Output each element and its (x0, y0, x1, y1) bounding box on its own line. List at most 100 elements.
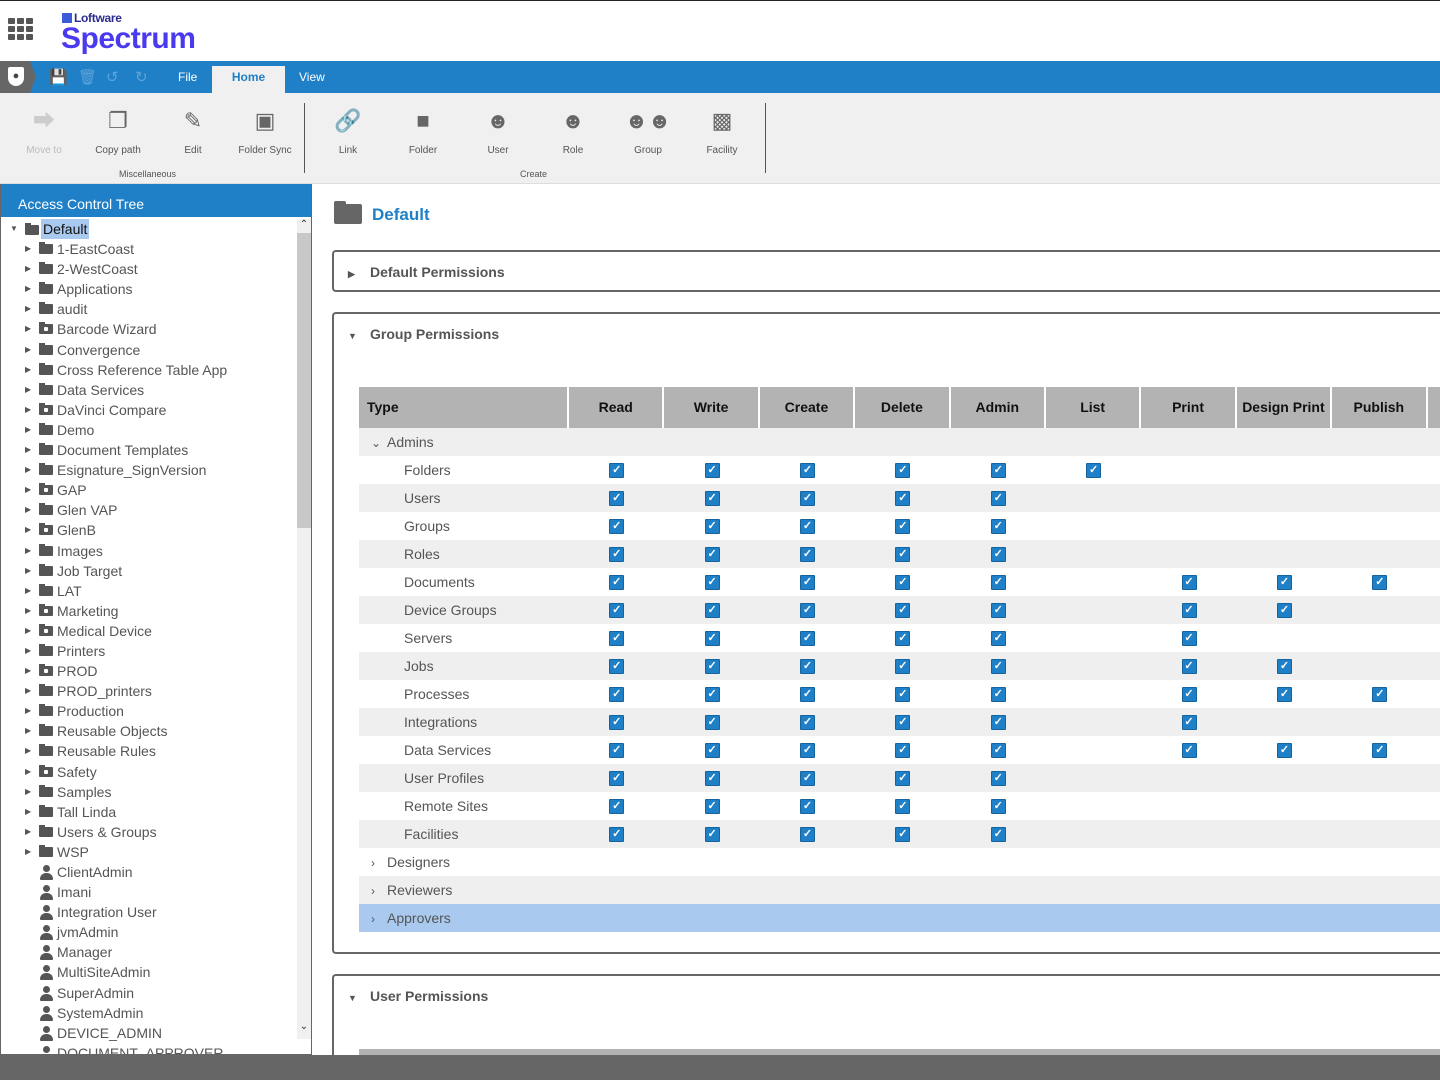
checkbox-checked[interactable]: ✓ (990, 714, 1006, 730)
checkbox-checked[interactable]: ✓ (704, 630, 720, 646)
checkbox-checked[interactable]: ✓ (990, 798, 1006, 814)
tab-file[interactable]: File (160, 66, 215, 93)
checkbox-checked[interactable]: ✓ (1181, 742, 1197, 758)
scroll-up-icon[interactable]: ⌃ (297, 219, 311, 230)
checkbox-checked[interactable]: ✓ (990, 658, 1006, 674)
checkbox-checked[interactable]: ✓ (895, 462, 911, 478)
caret-right-icon[interactable]: ▶ (25, 541, 35, 561)
caret-right-icon[interactable]: ▶ (25, 299, 35, 319)
caret-right-icon[interactable]: ▶ (25, 721, 35, 741)
caret-right-icon[interactable]: ▶ (25, 621, 35, 641)
checkbox-checked[interactable]: ✓ (799, 826, 815, 842)
checkbox-checked[interactable]: ✓ (990, 742, 1006, 758)
checkbox-checked[interactable]: ✓ (799, 462, 815, 478)
tab-view[interactable]: View (281, 66, 343, 93)
tree-node[interactable]: ▶ Users & Groups (1, 822, 297, 842)
tree-node[interactable]: ▶ Reusable Rules (1, 741, 297, 761)
tree-node[interactable]: ▶ Demo (1, 420, 297, 440)
caret-right-icon[interactable]: ▶ (25, 440, 35, 460)
group-row[interactable]: › Designers (359, 848, 1440, 876)
checkbox-checked[interactable]: ✓ (895, 742, 911, 758)
checkbox-checked[interactable]: ✓ (609, 490, 625, 506)
checkbox-checked[interactable]: ✓ (704, 490, 720, 506)
caret-right-icon[interactable]: ▶ (25, 581, 35, 601)
checkbox-checked[interactable]: ✓ (704, 518, 720, 534)
caret-right-icon[interactable]: ▶ (25, 782, 35, 802)
column-header[interactable]: Create (760, 387, 856, 428)
tree-node[interactable]: ▶ 1-EastCoast (1, 239, 297, 259)
link-button[interactable]: 🔗 Link (313, 107, 383, 156)
panel-header[interactable]: ▼ User Permissions (348, 988, 488, 1004)
caret-right-icon[interactable]: ▶ (25, 420, 35, 440)
caret-right-icon[interactable]: ▶ (25, 340, 35, 360)
checkbox-checked[interactable]: ✓ (895, 658, 911, 674)
checkbox-checked[interactable]: ✓ (1372, 574, 1388, 590)
default-permissions-panel[interactable]: ▶ Default Permissions (332, 250, 1440, 292)
tree-node[interactable]: ▶ DaVinci Compare (1, 400, 297, 420)
checkbox-checked[interactable]: ✓ (704, 602, 720, 618)
checkbox-checked[interactable]: ✓ (895, 714, 911, 730)
tree-node[interactable]: ClientAdmin (1, 862, 297, 882)
checkbox-checked[interactable]: ✓ (895, 686, 911, 702)
caret-right-icon[interactable]: ▶ (25, 842, 35, 862)
chevron-right-icon[interactable]: › (371, 912, 387, 926)
caret-right-icon[interactable]: ▶ (25, 500, 35, 520)
caret-right-icon[interactable]: ▶ (25, 239, 35, 259)
caret-right-icon[interactable]: ▶ (25, 641, 35, 661)
tree-node[interactable]: ▶ Tall Linda (1, 802, 297, 822)
column-header[interactable]: Read (569, 387, 665, 428)
tree-node[interactable]: ▶ Convergence (1, 340, 297, 360)
app-launcher-icon[interactable] (8, 18, 33, 40)
checkbox-checked[interactable]: ✓ (704, 770, 720, 786)
folder-sync-button[interactable]: ▣ Folder Sync (230, 107, 300, 156)
edit-button[interactable]: ✎ Edit (158, 107, 228, 156)
checkbox-checked[interactable]: ✓ (609, 602, 625, 618)
tree-node[interactable]: ▶ Barcode Wizard (1, 319, 297, 339)
checkbox-checked[interactable]: ✓ (704, 798, 720, 814)
tree-node[interactable]: ▶ Samples (1, 782, 297, 802)
checkbox-checked[interactable]: ✓ (609, 518, 625, 534)
tree-node[interactable]: DOCUMENT_APPROVER (1, 1043, 297, 1054)
caret-right-icon[interactable]: ▶ (25, 360, 35, 380)
column-header[interactable]: Print (1141, 387, 1237, 428)
caret-down-icon[interactable]: ▼ (10, 219, 20, 239)
checkbox-checked[interactable]: ✓ (1181, 714, 1197, 730)
tree-node[interactable]: ▶ Images (1, 541, 297, 561)
checkbox-checked[interactable]: ✓ (609, 798, 625, 814)
group-row[interactable]: ⌄ Admins (359, 428, 1440, 456)
tree-node[interactable]: ▶ Cross Reference Table App (1, 360, 297, 380)
caret-right-icon[interactable]: ▶ (25, 701, 35, 721)
checkbox-checked[interactable]: ✓ (895, 574, 911, 590)
checkbox-checked[interactable]: ✓ (1181, 658, 1197, 674)
tree-node[interactable]: ▶ Job Target (1, 561, 297, 581)
checkbox-checked[interactable]: ✓ (799, 714, 815, 730)
checkbox-checked[interactable]: ✓ (799, 798, 815, 814)
checkbox-checked[interactable]: ✓ (1276, 742, 1292, 758)
tree-node[interactable]: ▶ Marketing (1, 601, 297, 621)
checkbox-checked[interactable]: ✓ (990, 770, 1006, 786)
checkbox-checked[interactable]: ✓ (799, 546, 815, 562)
tree-node[interactable]: ▶ Medical Device (1, 621, 297, 641)
caret-right-icon[interactable]: ▶ (25, 762, 35, 782)
tab-home[interactable]: Home (212, 66, 285, 94)
caret-right-icon[interactable]: ▶ (25, 380, 35, 400)
facility-button[interactable]: ▩ Facility (687, 107, 757, 156)
tree-node[interactable]: ▶ Production (1, 701, 297, 721)
checkbox-checked[interactable]: ✓ (895, 826, 911, 842)
tree-node[interactable]: ▶ Document Templates (1, 440, 297, 460)
checkbox-checked[interactable]: ✓ (895, 602, 911, 618)
scrollbar-thumb[interactable] (297, 233, 311, 528)
checkbox-checked[interactable]: ✓ (990, 462, 1006, 478)
group-row[interactable]: › Approvers (359, 904, 1440, 932)
checkbox-checked[interactable]: ✓ (895, 546, 911, 562)
checkbox-checked[interactable]: ✓ (609, 826, 625, 842)
checkbox-checked[interactable]: ✓ (895, 770, 911, 786)
column-header[interactable]: Type (359, 387, 569, 428)
chevron-right-icon[interactable]: › (371, 884, 387, 898)
panel-header[interactable]: ▼ Group Permissions (348, 326, 499, 342)
checkbox-checked[interactable]: ✓ (1276, 574, 1292, 590)
tree-node[interactable]: ▶ PROD_printers (1, 681, 297, 701)
checkbox-checked[interactable]: ✓ (609, 546, 625, 562)
chevron-right-icon[interactable]: › (371, 856, 387, 870)
caret-right-icon[interactable]: ▶ (25, 400, 35, 420)
